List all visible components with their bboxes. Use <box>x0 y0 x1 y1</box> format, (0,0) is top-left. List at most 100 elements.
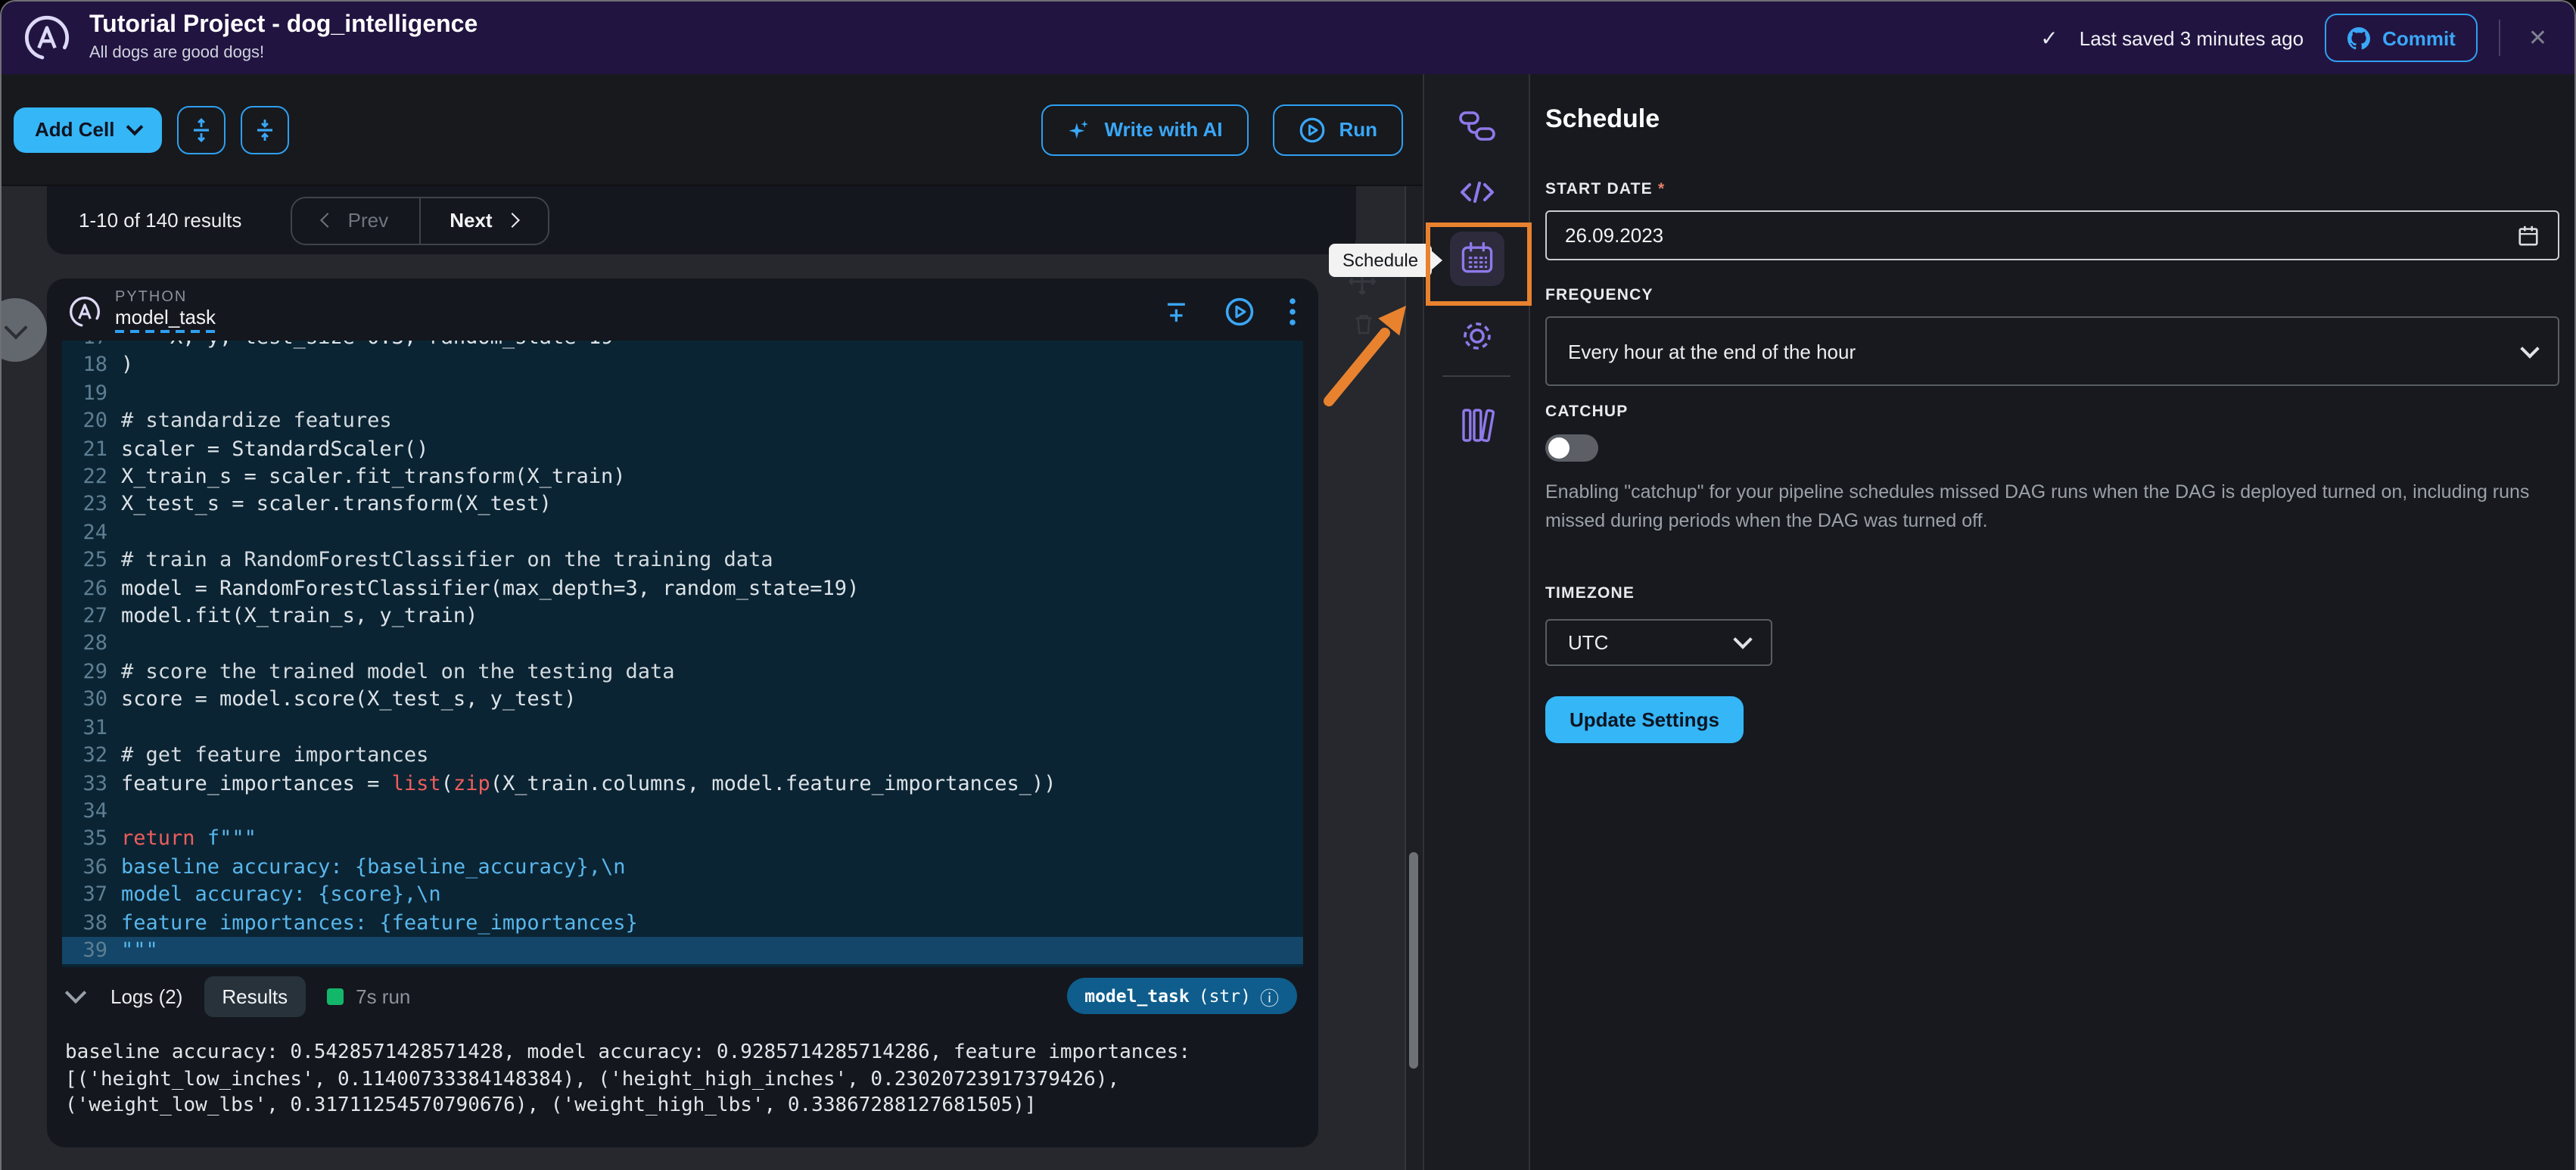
timezone-select[interactable]: UTC <box>1545 618 1772 665</box>
line-number: 20 <box>82 409 107 434</box>
close-icon[interactable]: ✕ <box>2522 24 2553 51</box>
frequency-label: FREQUENCY <box>1545 286 1654 304</box>
cell-language: PYTHON <box>115 288 188 306</box>
collapse-all-cells-button[interactable] <box>240 105 289 154</box>
code-line-text: model = RandomForestClassifier(max_depth… <box>121 576 860 601</box>
cell-name[interactable]: model_task <box>115 306 216 334</box>
code-line-text: X_test_s = scaler.transform(X_test) <box>121 492 552 517</box>
line-number: 21 <box>82 437 107 462</box>
code-line: 30 score = model.score(X_test_s, y_test) <box>62 686 1303 714</box>
catchup-toggle[interactable] <box>1545 434 1598 462</box>
cell-output: baseline accuracy: 0.5428571428571428, m… <box>47 1025 1318 1119</box>
line-number: 38 <box>82 910 107 935</box>
project-subtitle: All dogs are good dogs! <box>89 43 265 62</box>
start-date-input[interactable]: 26.09.2023 <box>1545 210 2559 260</box>
chevron-right-icon <box>505 213 521 228</box>
python-cell-card: PYTHON model_task 18) 19 20 # standardi… <box>47 278 1318 1147</box>
move-handle-icon[interactable] <box>1346 265 1379 298</box>
date-picker-icon[interactable] <box>2517 224 2540 247</box>
collapse-output-icon[interactable] <box>64 982 87 1004</box>
output-line: ('weight_low_lbs', 0.31711254570790676),… <box>65 1094 1037 1117</box>
prev-page-label: Prev <box>347 209 389 232</box>
line-number: 36 <box>82 854 107 879</box>
line-number: 17 <box>62 341 121 352</box>
notebook-scrollbar-thumb[interactable] <box>1409 852 1418 1069</box>
collapse-cell-button[interactable] <box>2 298 47 362</box>
sidebar-item-settings[interactable] <box>1455 315 1498 357</box>
required-asterisk: * <box>1657 180 1666 198</box>
play-circle-icon <box>1299 117 1324 142</box>
sidebar-item-schedule[interactable] <box>1449 232 1504 286</box>
notebook-scrollbar-track[interactable] <box>1405 186 1423 1170</box>
line-number: 19 <box>82 381 107 406</box>
line-number: 31 <box>82 715 107 740</box>
toggle-knob <box>1548 437 1570 459</box>
timezone-label: TIMEZONE <box>1545 583 1635 602</box>
line-number: 29 <box>82 659 107 684</box>
line-number: 26 <box>82 576 107 601</box>
prev-page-button[interactable]: Prev <box>291 198 421 243</box>
commit-button[interactable]: Commit <box>2325 14 2478 62</box>
chevron-left-icon <box>319 213 335 228</box>
code-line: 24 <box>62 519 1303 547</box>
code-line-text: # standardize features <box>121 409 392 434</box>
chevron-down-icon <box>2520 338 2540 358</box>
line-number: 28 <box>82 631 107 656</box>
code-editor[interactable]: 17 X, y, test_size=0.3, random_state=191… <box>62 341 1303 967</box>
timezone-value: UTC <box>1568 630 1609 653</box>
write-with-ai-button[interactable]: Write with AI <box>1041 104 1249 155</box>
project-title: Tutorial Project - dog_intelligence <box>89 12 478 39</box>
app-window: Tutorial Project - dog_intelligence All … <box>0 0 2576 1170</box>
output-line: baseline accuracy: 0.5428571428571428, m… <box>65 1041 1191 1064</box>
update-settings-button[interactable]: Update Settings <box>1545 695 1744 742</box>
output-variable-badge[interactable]: model_task (str) ⓘ <box>1066 978 1297 1014</box>
code-line-text: return f""" <box>121 826 257 851</box>
line-number: 27 <box>82 604 107 629</box>
sidebar-item-pipeline[interactable] <box>1455 104 1498 147</box>
run-button-label: Run <box>1339 118 1377 141</box>
sidebar-item-library[interactable] <box>1455 404 1498 447</box>
code-line: 20 # standardize features <box>62 407 1303 435</box>
start-date-value: 26.09.2023 <box>1565 224 1664 247</box>
next-page-label: Next <box>450 209 493 232</box>
line-number: 37 <box>82 882 107 907</box>
code-line: 22 X_train_s = scaler.fit_transform(X_tra… <box>62 463 1303 491</box>
code-line-text: feature_importances = list(zip(X_train.c… <box>121 771 1056 795</box>
github-icon <box>2347 26 2371 49</box>
kebab-menu-icon[interactable] <box>1288 296 1297 326</box>
next-page-button[interactable]: Next <box>420 198 547 243</box>
line-number: 33 <box>82 771 107 795</box>
expand-all-cells-button[interactable] <box>176 105 226 154</box>
run-button[interactable]: Run <box>1272 104 1403 155</box>
insert-cell-icon[interactable] <box>1164 297 1191 325</box>
line-number: 18 <box>82 353 107 378</box>
run-cell-icon[interactable] <box>1224 296 1255 326</box>
expand-vertical-icon <box>193 117 209 142</box>
chevron-down-icon <box>1733 629 1753 649</box>
code-line: 36 baseline accuracy: {baseline_accuracy}… <box>62 853 1303 881</box>
astronomer-cell-icon <box>70 296 100 326</box>
previous-cell-results-card: 1-10 of 140 results Prev Next <box>47 186 1356 254</box>
frequency-select[interactable]: Every hour at the end of the hour <box>1545 316 2559 386</box>
code-line-text: X_train_s = scaler.fit_transform(X_train… <box>121 465 626 490</box>
info-icon: ⓘ <box>1259 986 1279 1009</box>
line-number: 24 <box>82 520 107 545</box>
right-sidebar <box>1423 74 1530 1170</box>
header-divider <box>2499 20 2501 56</box>
sidebar-item-code[interactable] <box>1455 171 1498 213</box>
notebook-area: Add Cell Write with AI Run 1-10 of 140 r… <box>2 74 1423 1170</box>
code-line: 34 <box>62 798 1303 826</box>
output-line: [('height_low_inches', 0.114007333841483… <box>65 1068 1120 1091</box>
code-line-text: model accuracy: {score},\n <box>121 882 441 907</box>
trash-icon[interactable] <box>1350 310 1377 338</box>
code-line: 26 model = RandomForestClassifier(max_dep… <box>62 574 1303 602</box>
results-tab[interactable]: Results <box>204 976 306 1016</box>
add-cell-button[interactable]: Add Cell <box>14 107 162 152</box>
collapse-vertical-icon <box>257 119 272 140</box>
code-line: 21 scaler = StandardScaler() <box>62 435 1303 463</box>
logs-tab[interactable]: Logs (2) <box>110 985 182 1007</box>
gear-icon <box>1463 322 1490 350</box>
code-line: 17 X, y, test_size=0.3, random_state=19 <box>62 341 1303 352</box>
